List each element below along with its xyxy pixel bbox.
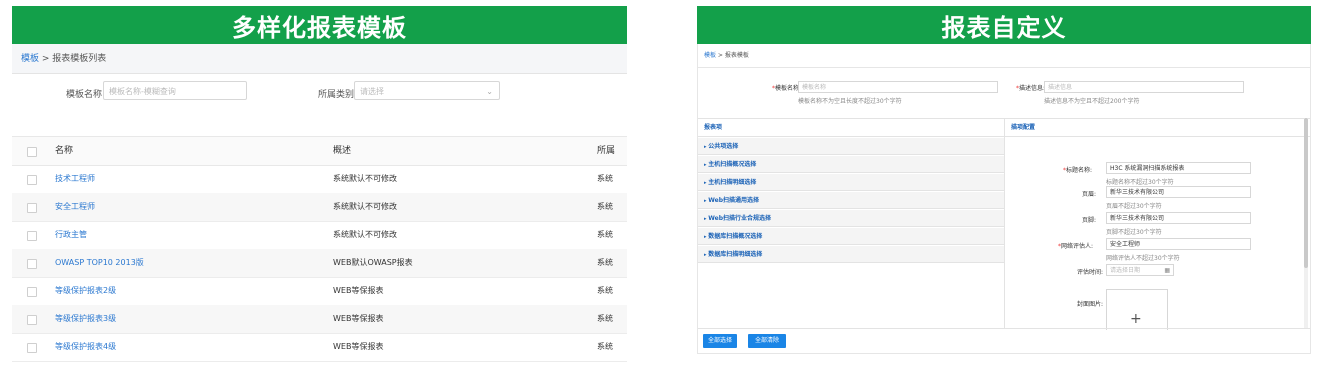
cover-image-upload[interactable]: + bbox=[1106, 289, 1168, 330]
title-hint: 标题名称不超过30个字符 bbox=[1106, 179, 1174, 186]
accordion-item[interactable]: ▸ Web扫描行业合规选择 bbox=[698, 210, 1004, 227]
breadcrumb-separator: > bbox=[39, 54, 53, 64]
table-row[interactable]: 等级保护报表2级 WEB等保报表 系统 bbox=[12, 277, 627, 306]
plus-icon: + bbox=[1130, 311, 1142, 327]
row-checkbox[interactable] bbox=[27, 287, 37, 297]
template-name-input[interactable]: 模板名称 bbox=[798, 81, 998, 93]
accordion-item[interactable]: ▸ 主机扫描明细选择 bbox=[698, 174, 1004, 191]
footer-text-label: 页脚: bbox=[1082, 217, 1097, 224]
description-input[interactable]: 描述信息 bbox=[1044, 81, 1244, 93]
table-row[interactable]: 技术工程师 系统默认不可修改 系统 bbox=[12, 165, 627, 194]
header-text-input[interactable]: 新华三技术有限公司 bbox=[1106, 186, 1251, 198]
header-text-label: 页眉: bbox=[1082, 191, 1097, 198]
breadcrumb-link[interactable]: 模板 bbox=[21, 54, 39, 64]
config-title: 描项配置 bbox=[1004, 118, 1310, 137]
header-name: 名称 bbox=[55, 146, 74, 156]
breadcrumb-current: 报表模板列表 bbox=[52, 54, 107, 64]
row-owner: 系统 bbox=[597, 174, 613, 183]
name-filter-label: 模板名称: bbox=[66, 90, 106, 100]
row-name-link[interactable]: 安全工程师 bbox=[55, 193, 95, 221]
select-all-checkbox[interactable] bbox=[27, 147, 37, 157]
row-checkbox[interactable] bbox=[27, 343, 37, 353]
row-owner: 系统 bbox=[597, 286, 613, 295]
evaluator-label: *网络评估人: bbox=[1058, 243, 1094, 250]
chevron-down-icon: ⌄ bbox=[486, 87, 493, 96]
eval-date-input[interactable]: 请选择日期 ▦ bbox=[1106, 264, 1174, 276]
breadcrumb-current: 报表模板 bbox=[724, 52, 749, 59]
table-row[interactable]: 行政主管 系统默认不可修改 系统 bbox=[12, 221, 627, 250]
type-filter-label: 所属类别: bbox=[318, 90, 358, 100]
accordion-item[interactable]: ▸ 数据库扫描概况选择 bbox=[698, 228, 1004, 245]
row-desc: 系统默认不可修改 bbox=[333, 174, 397, 183]
row-owner: 系统 bbox=[597, 202, 613, 211]
row-checkbox[interactable] bbox=[27, 175, 37, 185]
type-filter-select[interactable]: 请选择 ⌄ bbox=[354, 81, 500, 100]
header-text-hint: 页眉不超过30个字符 bbox=[1106, 203, 1162, 210]
column-divider bbox=[1004, 118, 1005, 328]
footer-divider bbox=[698, 328, 1310, 329]
row-name-link[interactable]: 等级保护报表3级 bbox=[55, 305, 116, 333]
scrollbar-track[interactable] bbox=[1304, 118, 1308, 328]
clear-all-button[interactable]: 全部清除 bbox=[748, 334, 786, 348]
row-name-link[interactable]: 等级保护报表2级 bbox=[55, 277, 116, 305]
row-checkbox[interactable] bbox=[27, 315, 37, 325]
evaluator-hint: 网络评估人不超过30个字符 bbox=[1106, 255, 1180, 262]
banner-title: 报表自定义 bbox=[697, 6, 1311, 44]
report-customize-panel: 报表自定义 模板 > 报表模板 *模板名称: 模板名称 模板名称不为空且长度不超… bbox=[697, 6, 1311, 354]
table-row[interactable]: 等级保护报表3级 WEB等保报表 系统 bbox=[12, 305, 627, 334]
row-name-link[interactable]: 技术工程师 bbox=[55, 165, 95, 193]
breadcrumb: 模板 > 报表模板列表 bbox=[12, 44, 627, 74]
row-desc: WEB等保报表 bbox=[333, 342, 384, 351]
accordion-item[interactable]: ▸ 数据库扫描明细选择 bbox=[698, 246, 1004, 263]
select-all-button[interactable]: 全部选择 bbox=[703, 334, 737, 348]
row-owner: 系统 bbox=[597, 314, 613, 323]
table-body: 技术工程师 系统默认不可修改 系统 安全工程师 系统默认不可修改 系统 行政主管… bbox=[12, 165, 627, 362]
accordion-item[interactable]: ▸ Web扫描通用选择 bbox=[698, 192, 1004, 209]
row-checkbox[interactable] bbox=[27, 259, 37, 269]
table-row[interactable]: 等级保护报表4级 WEB等保报表 系统 bbox=[12, 333, 627, 362]
accordion-item[interactable]: ▸ 公共项选择 bbox=[698, 138, 1004, 155]
row-desc: WEB等保报表 bbox=[333, 314, 384, 323]
row-checkbox[interactable] bbox=[27, 231, 37, 241]
breadcrumb: 模板 > 报表模板 bbox=[698, 44, 1310, 68]
row-desc: WEB默认OWASP报表 bbox=[333, 258, 413, 267]
header-desc: 概述 bbox=[333, 146, 352, 156]
row-owner: 系统 bbox=[597, 230, 613, 239]
scrollbar-thumb[interactable] bbox=[1304, 118, 1308, 268]
breadcrumb-separator: > bbox=[716, 52, 725, 59]
description-label: *描述信息: bbox=[1016, 85, 1046, 92]
accordion-item[interactable]: ▸ 主机扫描概况选择 bbox=[698, 156, 1004, 173]
eval-date-placeholder: 请选择日期 bbox=[1110, 267, 1141, 274]
calendar-icon: ▦ bbox=[1164, 267, 1170, 274]
title-label: *标题名称: bbox=[1063, 167, 1093, 174]
row-checkbox[interactable] bbox=[27, 203, 37, 213]
template-name-label: *模板名称: bbox=[772, 85, 802, 92]
row-desc: 系统默认不可修改 bbox=[333, 230, 397, 239]
table-row[interactable]: OWASP TOP10 2013版 WEB默认OWASP报表 系统 bbox=[12, 249, 627, 278]
table-header: 名称 概述 所属 bbox=[12, 136, 627, 166]
banner-title: 多样化报表模板 bbox=[12, 6, 627, 44]
title-input[interactable]: H3C 系统漏洞扫描系统报表 bbox=[1106, 162, 1251, 174]
header-owner: 所属 bbox=[597, 146, 616, 156]
breadcrumb-link[interactable]: 模板 bbox=[704, 52, 716, 59]
evaluator-input[interactable]: 安全工程师 bbox=[1106, 238, 1251, 250]
report-items-title: 报表项 bbox=[698, 118, 1004, 137]
template-list-panel: 多样化报表模板 模板 > 报表模板列表 模板名称: 模板名称-模糊查询 所属类别… bbox=[12, 6, 627, 362]
row-owner: 系统 bbox=[597, 258, 613, 267]
row-owner: 系统 bbox=[597, 342, 613, 351]
eval-date-label: 评估时间: bbox=[1077, 269, 1104, 276]
cover-image-label: 封面图片: bbox=[1077, 301, 1104, 308]
name-filter-input[interactable]: 模板名称-模糊查询 bbox=[103, 81, 247, 100]
type-filter-placeholder: 请选择 bbox=[360, 87, 384, 96]
row-desc: 系统默认不可修改 bbox=[333, 202, 397, 211]
footer-text-hint: 页脚不超过30个字符 bbox=[1106, 229, 1162, 236]
footer-text-input[interactable]: 新华三技术有限公司 bbox=[1106, 212, 1251, 224]
row-name-link[interactable]: 等级保护报表4级 bbox=[55, 333, 116, 361]
row-desc: WEB等保报表 bbox=[333, 286, 384, 295]
template-name-hint: 模板名称不为空且长度不超过30个字符 bbox=[798, 98, 902, 105]
table-row[interactable]: 安全工程师 系统默认不可修改 系统 bbox=[12, 193, 627, 222]
row-name-link[interactable]: 行政主管 bbox=[55, 221, 87, 249]
description-hint: 描述信息不为空且不超过200个字符 bbox=[1044, 98, 1140, 105]
row-name-link[interactable]: OWASP TOP10 2013版 bbox=[55, 249, 144, 277]
